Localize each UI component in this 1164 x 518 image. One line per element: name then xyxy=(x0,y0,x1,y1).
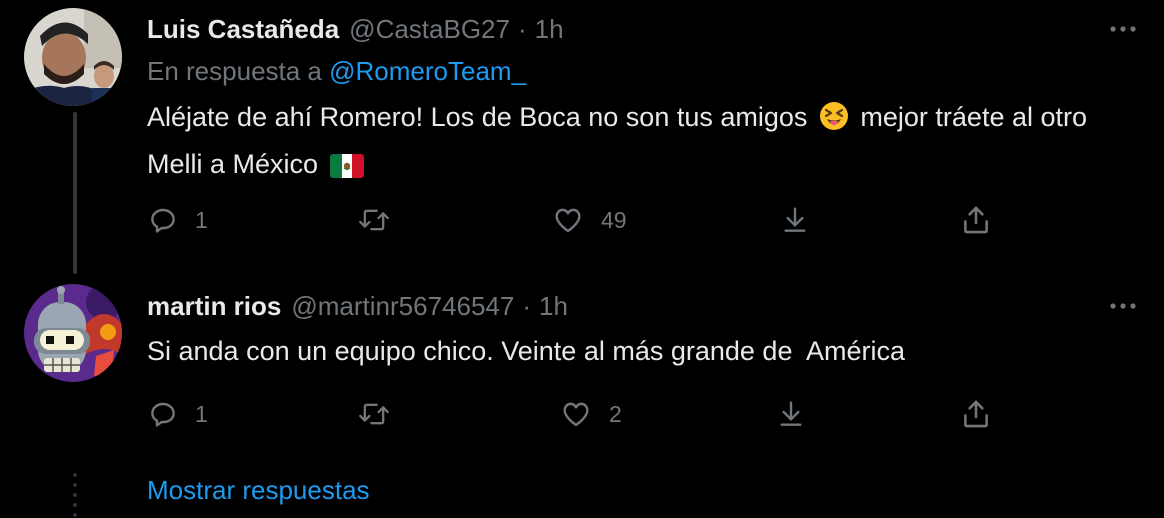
more-icon xyxy=(1110,26,1136,32)
avatar-martin-rios[interactable] xyxy=(24,284,122,382)
show-replies-link[interactable]: Mostrar respuestas xyxy=(147,475,370,506)
share-icon xyxy=(964,206,988,234)
download-button[interactable] xyxy=(775,394,807,434)
timestamp[interactable]: 1h xyxy=(535,14,564,45)
retweet-icon xyxy=(359,209,389,231)
like-count: 49 xyxy=(601,206,627,233)
more-icon xyxy=(1110,303,1136,309)
more-options-button[interactable] xyxy=(1106,289,1140,323)
separator-dot: · xyxy=(517,13,527,44)
reply-icon xyxy=(151,402,175,427)
tweet-actions: 1 49 xyxy=(147,200,1007,240)
tweet-text: Aléjate de ahí Romero! Los de Boca no so… xyxy=(147,96,1137,190)
reply-icon xyxy=(151,208,175,233)
tweet-header: martin rios @martinr56746547 · 1h xyxy=(147,289,568,323)
author-name[interactable]: martin rios xyxy=(147,291,281,322)
thread-connector-line xyxy=(73,112,77,274)
download-arrow-icon xyxy=(780,401,802,426)
heart-icon xyxy=(563,402,589,427)
heart-icon xyxy=(555,208,581,233)
avatar-luis-castaneda[interactable] xyxy=(24,8,122,106)
like-button[interactable]: 2 xyxy=(559,394,622,434)
retweet-button[interactable] xyxy=(357,200,407,240)
tweet-text-part1: Aléjate de ahí Romero! Los de Boca no so… xyxy=(147,102,815,132)
reply-count: 1 xyxy=(195,400,208,427)
timestamp[interactable]: 1h xyxy=(539,291,568,322)
reply-button[interactable]: 1 xyxy=(147,394,208,434)
tweet-header: Luis Castañeda @CastaBG27 · 1h xyxy=(147,12,564,46)
share-icon xyxy=(964,400,988,428)
squinting-face-with-tongue-icon xyxy=(819,101,849,143)
reply-count: 1 xyxy=(195,206,208,233)
like-button[interactable]: 49 xyxy=(551,200,627,240)
retweet-button[interactable] xyxy=(357,394,407,434)
download-arrow-icon xyxy=(784,207,806,232)
mention-link[interactable]: @RomeroTeam_ xyxy=(329,56,526,86)
author-handle[interactable]: @martinr56746547 xyxy=(291,291,514,322)
more-options-button[interactable] xyxy=(1106,12,1140,46)
share-button[interactable] xyxy=(959,200,993,240)
reply-prefix: En respuesta a xyxy=(147,56,330,86)
tweet-text: Si anda con un equipo chico. Veinte al m… xyxy=(147,336,905,366)
download-button[interactable] xyxy=(779,200,811,240)
thread-dotted-connector xyxy=(73,470,77,518)
reply-button[interactable]: 1 xyxy=(147,200,208,240)
separator-dot: · xyxy=(522,290,532,321)
author-handle[interactable]: @CastaBG27 xyxy=(349,14,510,45)
author-name[interactable]: Luis Castañeda xyxy=(147,14,339,45)
tweet-actions: 1 2 xyxy=(147,394,1007,434)
like-count: 2 xyxy=(609,400,622,427)
mexico-flag-icon xyxy=(329,148,364,190)
reply-context: En respuesta a @RomeroTeam_ xyxy=(147,56,526,87)
retweet-icon xyxy=(359,403,389,425)
share-button[interactable] xyxy=(959,394,993,434)
